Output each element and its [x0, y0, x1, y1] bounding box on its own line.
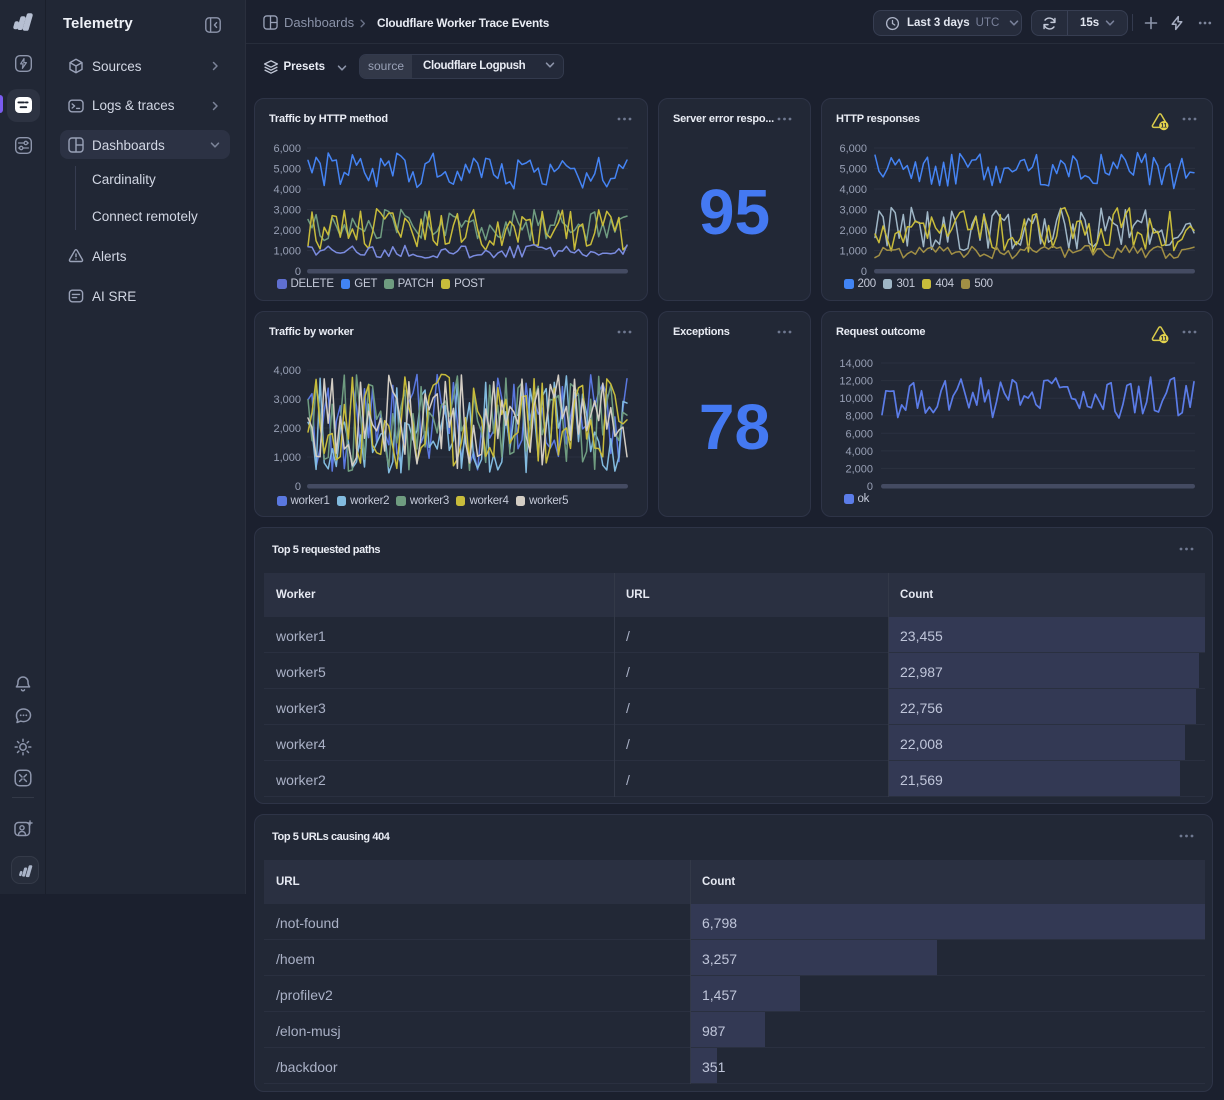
svg-text:1,000: 1,000: [273, 452, 301, 464]
svg-text:6,000: 6,000: [273, 143, 301, 155]
svg-text:3,000: 3,000: [273, 205, 301, 217]
svg-text:2,000: 2,000: [273, 423, 301, 435]
svg-text:1,000: 1,000: [839, 246, 867, 258]
svg-text:2,000: 2,000: [845, 463, 873, 475]
svg-text:8,000: 8,000: [845, 411, 873, 423]
svg-text:4,000: 4,000: [273, 184, 301, 196]
svg-text:4,000: 4,000: [839, 184, 867, 196]
svg-text:3,000: 3,000: [273, 394, 301, 406]
svg-text:14,000: 14,000: [839, 358, 873, 370]
svg-text:6,000: 6,000: [845, 428, 873, 440]
svg-text:1,000: 1,000: [273, 246, 301, 258]
svg-text:0: 0: [295, 266, 301, 278]
svg-text:0: 0: [861, 266, 867, 278]
svg-text:12,000: 12,000: [839, 376, 873, 388]
svg-text:3,000: 3,000: [839, 205, 867, 217]
svg-text:0: 0: [867, 481, 873, 493]
svg-text:4,000: 4,000: [273, 365, 301, 377]
svg-text:2,000: 2,000: [273, 225, 301, 237]
svg-text:4,000: 4,000: [845, 446, 873, 458]
svg-text:5,000: 5,000: [839, 164, 867, 176]
svg-text:0: 0: [295, 481, 301, 493]
svg-text:10,000: 10,000: [839, 393, 873, 405]
svg-text:2,000: 2,000: [839, 225, 867, 237]
svg-text:6,000: 6,000: [839, 143, 867, 155]
svg-text:5,000: 5,000: [273, 164, 301, 176]
